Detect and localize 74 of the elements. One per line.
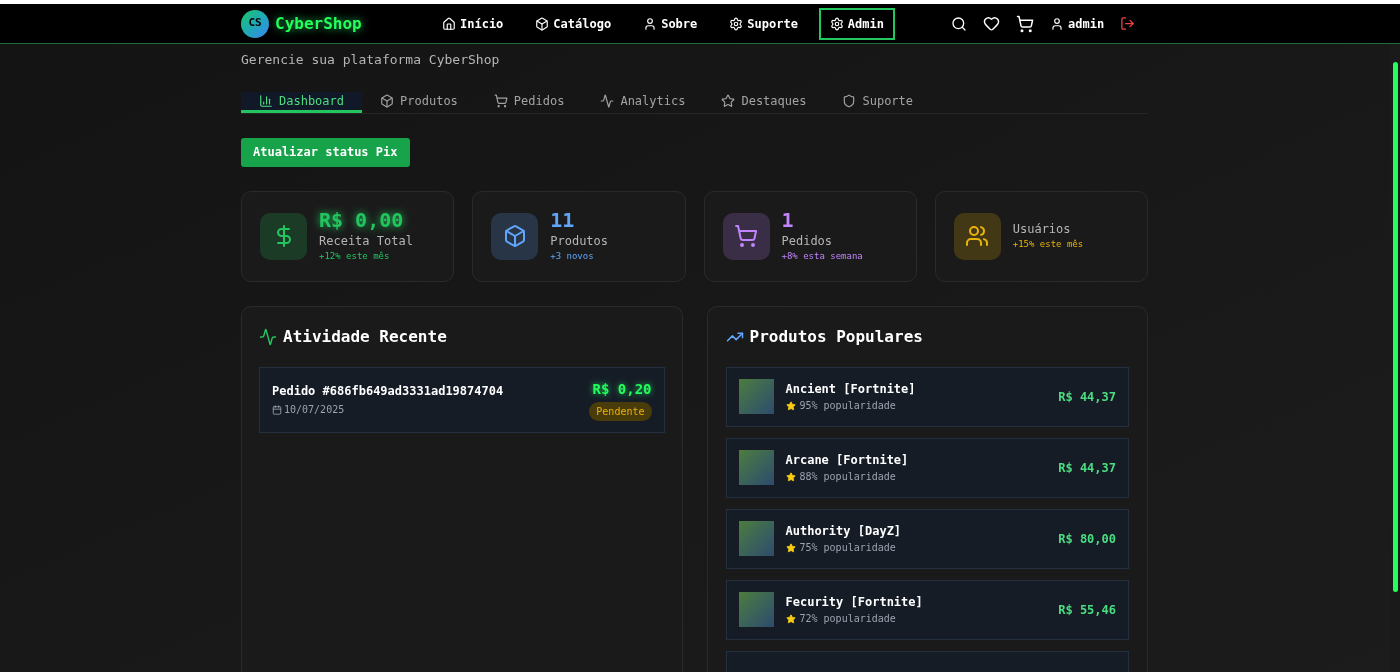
product-price: R$ 55,46 — [1058, 601, 1116, 619]
stat-label: Receita Total — [319, 233, 413, 251]
pulse-icon — [600, 93, 615, 108]
tab[interactable]: Pedidos — [475, 91, 583, 113]
pulse-icon — [259, 327, 277, 346]
gear-icon — [729, 16, 744, 31]
users-icon — [965, 224, 990, 248]
order-date: 10/07/2025 — [284, 403, 345, 417]
stat-label: Usuários — [1012, 221, 1072, 239]
stat-change: +15% este mês — [1012, 238, 1084, 252]
user-link[interactable]: admin — [1050, 14, 1105, 33]
product-name: Arcane [Fortnite] — [785, 452, 910, 469]
heart-icon[interactable] — [983, 15, 1000, 32]
stat-change: +3 novos — [550, 250, 595, 264]
star-icon — [785, 542, 796, 553]
cart-icon — [734, 224, 758, 248]
order-id: Pedido #686fb649ad3331ad19874704 — [272, 383, 504, 400]
page-subtitle: Gerencie sua plataforma CyberShop — [241, 51, 501, 69]
popularity-text: 72% popularidade — [799, 612, 896, 626]
popularity-text: 95% popularidade — [799, 399, 896, 413]
product-name: Ancient [Fortnite] — [785, 381, 917, 398]
tab[interactable]: Suporte — [824, 91, 932, 113]
cube-icon — [502, 224, 527, 248]
home-icon — [442, 16, 456, 31]
popularity-text: 88% popularidade — [799, 470, 896, 484]
tab[interactable]: Dashboard — [241, 91, 363, 113]
tab[interactable]: Analytics — [582, 91, 704, 113]
user-icon — [1050, 16, 1064, 31]
user-icon — [643, 16, 658, 31]
stat-change: +8% esta semana — [781, 250, 863, 264]
status-badge: Pendente — [589, 401, 652, 421]
nav-link[interactable]: Suporte — [718, 7, 809, 40]
popularity-text: 75% popularidade — [799, 541, 896, 555]
cube-icon — [535, 16, 550, 31]
cube-icon — [380, 93, 395, 108]
bar-chart-icon — [259, 93, 273, 108]
star-icon — [785, 613, 796, 624]
stat-change: +12% este mês — [319, 250, 391, 264]
stat-label: Pedidos — [781, 233, 834, 251]
product-price: R$ 80,00 — [1058, 530, 1116, 548]
product-thumbnail — [738, 592, 774, 627]
nav-link[interactable]: Admin — [818, 7, 895, 40]
star-icon — [721, 93, 736, 108]
product-thumbnail — [738, 379, 774, 414]
nav-link[interactable]: Início — [431, 7, 515, 40]
gear-icon — [829, 16, 844, 31]
cart-icon — [493, 93, 508, 108]
scrollbar-thumb[interactable] — [1392, 62, 1398, 592]
calendar-icon — [272, 404, 282, 415]
product-thumbnail — [738, 521, 774, 556]
panel-title: Produtos Populares — [749, 325, 923, 348]
panel-title: Atividade Recente — [283, 325, 447, 348]
stat-value: 11 — [550, 208, 576, 233]
product-name: Fecurity [Fortnite] — [785, 594, 924, 611]
tab[interactable]: Produtos — [362, 91, 476, 113]
stat-value: 1 — [781, 208, 795, 233]
logo-text: CyberShop — [275, 12, 362, 35]
product-price: R$ 44,37 — [1058, 459, 1116, 477]
shield-icon — [842, 93, 857, 108]
order-amount: R$ 0,20 — [592, 379, 652, 399]
star-icon — [785, 400, 796, 411]
product-price: R$ 44,37 — [1058, 388, 1116, 406]
stat-value: R$ 0,00 — [319, 208, 405, 233]
nav-link[interactable]: Catálogo — [524, 7, 623, 40]
star-icon — [785, 471, 796, 482]
product-thumbnail — [738, 450, 774, 485]
stat-label: Produtos — [550, 233, 609, 251]
nav-link[interactable]: Sobre — [632, 7, 709, 40]
product-name: Authority [DayZ] — [785, 523, 903, 540]
tab[interactable]: Destaques — [703, 91, 825, 113]
logo-badge: CS — [241, 9, 269, 38]
logout-icon[interactable] — [1120, 16, 1136, 31]
cart-icon[interactable] — [1016, 14, 1034, 33]
search-icon[interactable] — [951, 15, 967, 32]
